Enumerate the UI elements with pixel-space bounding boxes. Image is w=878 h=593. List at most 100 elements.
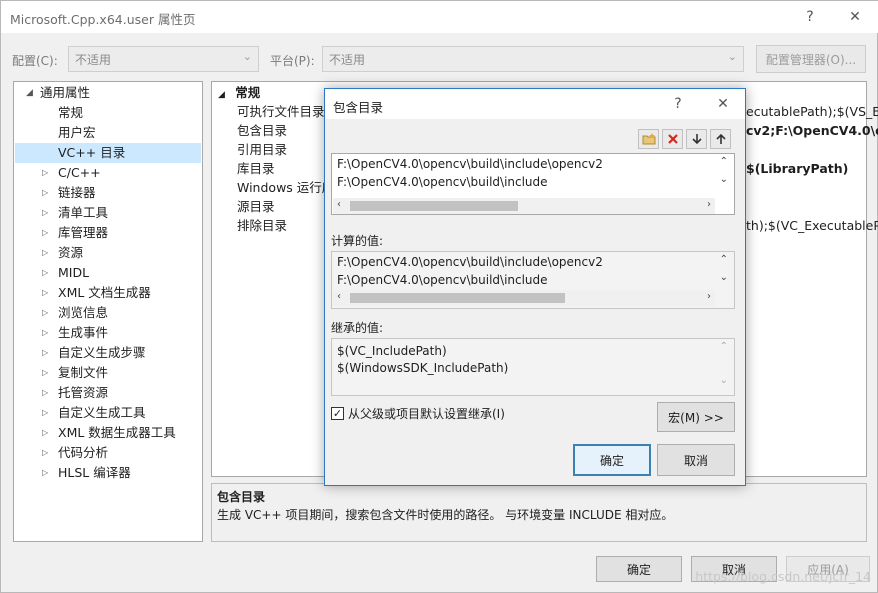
tree-item-label: C/C++	[58, 165, 101, 180]
tree-item[interactable]: ▷ HLSL 编译器	[42, 463, 131, 483]
tree-item[interactable]: ▷ C/C++	[42, 163, 101, 183]
tree-item[interactable]: ▷ 代码分析	[42, 443, 108, 463]
tree-item[interactable]: ▷ MIDL	[42, 263, 90, 283]
macros-button[interactable]: 宏(M) >>	[657, 402, 735, 432]
expand-icon[interactable]: ▷	[42, 283, 48, 303]
checkmark-icon[interactable]: ✓	[331, 407, 344, 420]
config-select[interactable]: 不适用 ⌄	[68, 46, 259, 72]
grid-section[interactable]: ◢ 常规	[218, 83, 260, 102]
config-value: 不适用	[75, 53, 112, 67]
property-name: Windows 运行库	[237, 180, 335, 195]
expand-icon[interactable]: ▷	[42, 363, 48, 383]
scroll-left-icon[interactable]: ‹	[337, 199, 341, 210]
scroll-up-icon[interactable]: ⌃	[720, 254, 728, 265]
inherit-checkbox-label: 从父级或项目默认设置继承(I)	[348, 407, 505, 421]
inherit-checkbox[interactable]: ✓ 从父级或项目默认设置继承(I)	[331, 405, 505, 422]
tree-item[interactable]: ▷ 托管资源	[42, 383, 108, 403]
tree-item-label: 常规	[58, 105, 84, 120]
tree-item[interactable]: 常规	[58, 103, 83, 123]
dialog-cancel-button[interactable]: 取消	[657, 444, 735, 476]
tree-item-label: 清单工具	[58, 205, 109, 220]
expand-icon[interactable]: ▷	[42, 243, 48, 263]
tree-item[interactable]: ▷ 链接器	[42, 183, 96, 203]
tree-item-label: 自定义生成步骤	[58, 345, 146, 360]
property-value[interactable]: th);$(VC_ExecutablePa	[746, 216, 878, 235]
tree-root-label: 通用属性	[40, 85, 91, 100]
scroll-down-icon[interactable]: ⌄	[720, 174, 728, 185]
new-folder-icon[interactable]	[638, 129, 659, 149]
tree-item[interactable]: ▷ XML 数据生成器工具	[42, 423, 176, 443]
move-down-icon[interactable]	[686, 129, 707, 149]
tree-item[interactable]: ▷ 库管理器	[42, 223, 108, 243]
list-item[interactable]: F:\OpenCV4.0\opencv\build\include	[337, 175, 548, 189]
tree-item[interactable]: VC++ 目录	[15, 143, 201, 163]
property-value[interactable]: cv2;F:\OpenCV4.0\o	[746, 121, 878, 140]
property-name: 排除目录	[237, 218, 288, 233]
platform-select[interactable]: 不适用 ⌄	[322, 46, 744, 72]
tree-item[interactable]: ▷ 资源	[42, 243, 84, 263]
scroll-up-icon[interactable]: ⌃	[720, 156, 728, 167]
horizontal-scrollbar[interactable]: ‹ ›	[333, 290, 715, 306]
tree-item[interactable]: ▷ 生成事件	[42, 323, 109, 343]
property-value[interactable]: ecutablePath);$(VS_E	[746, 102, 878, 121]
tree-item[interactable]: 用户宏	[58, 123, 96, 143]
tree-item-label: 链接器	[58, 185, 96, 200]
expand-icon[interactable]: ▷	[42, 423, 48, 443]
config-manager-button[interactable]: 配置管理器(O)...	[756, 45, 866, 73]
expand-icon[interactable]: ▷	[42, 203, 48, 223]
title-bar: Microsoft.Cpp.x64.user 属性页 ? ✕	[1, 1, 878, 33]
list-item[interactable]: F:\OpenCV4.0\opencv\build\include\opencv…	[337, 157, 603, 171]
property-name: 源目录	[237, 199, 275, 214]
expand-icon[interactable]: ▷	[42, 263, 48, 283]
tree-item-label: XML 文档生成器	[58, 285, 151, 300]
tree-item-label: 生成事件	[58, 325, 109, 340]
collapse-icon: ◢	[26, 88, 33, 98]
scroll-right-icon[interactable]: ›	[707, 291, 711, 302]
dialog-ok-button[interactable]: 确定	[573, 444, 651, 476]
tree-item[interactable]: ▷ XML 文档生成器	[42, 283, 151, 303]
expand-icon[interactable]: ▷	[42, 463, 48, 483]
tree-item-label: 复制文件	[58, 365, 109, 380]
scrollbar-thumb[interactable]	[350, 293, 565, 303]
watermark: https://blog.csdn.net/jcfr_14	[695, 569, 871, 584]
expand-icon[interactable]: ▷	[42, 443, 48, 463]
expand-icon[interactable]: ▷	[42, 383, 48, 403]
evaluated-label: 计算的值:	[331, 234, 384, 248]
close-icon[interactable]: ✕	[840, 5, 870, 29]
property-name: 包含目录	[237, 123, 288, 138]
scroll-down-icon[interactable]: ⌄	[720, 272, 728, 283]
expand-icon[interactable]: ▷	[42, 183, 48, 203]
scroll-left-icon[interactable]: ‹	[337, 291, 341, 302]
help-icon[interactable]: ?	[795, 5, 825, 29]
close-icon[interactable]: ✕	[708, 92, 738, 116]
window-title: Microsoft.Cpp.x64.user 属性页	[10, 12, 196, 27]
expand-icon[interactable]: ▷	[42, 403, 48, 423]
tree-item[interactable]: ▷ 清单工具	[42, 203, 109, 223]
tree-item[interactable]: ▷ 自定义生成步骤	[42, 343, 146, 363]
expand-icon[interactable]: ▷	[42, 223, 48, 243]
horizontal-scrollbar[interactable]: ‹ ›	[333, 198, 715, 214]
tree-item[interactable]: ▷ 自定义生成工具	[42, 403, 146, 423]
ok-button[interactable]: 确定	[596, 556, 682, 582]
tree-item[interactable]: ▷ 浏览信息	[42, 303, 108, 323]
tree-root[interactable]: ◢ 通用属性	[26, 83, 91, 103]
expand-icon[interactable]: ▷	[42, 343, 48, 363]
tree-item[interactable]: ▷ 复制文件	[42, 363, 109, 383]
delete-icon[interactable]	[662, 129, 683, 149]
expand-icon[interactable]: ▷	[42, 323, 48, 343]
include-paths-list[interactable]: F:\OpenCV4.0\opencv\build\include\opencv…	[331, 153, 735, 215]
tree-item-label: MIDL	[58, 265, 90, 280]
move-up-icon[interactable]	[710, 129, 731, 149]
scroll-right-icon[interactable]: ›	[707, 199, 711, 210]
chevron-down-icon: ⌄	[242, 50, 252, 63]
expand-icon[interactable]: ▷	[42, 303, 48, 323]
scrollbar-thumb[interactable]	[350, 201, 518, 211]
property-value[interactable]: $(LibraryPath)	[746, 159, 848, 178]
scroll-up-icon: ⌃	[719, 341, 728, 352]
help-icon[interactable]: ?	[663, 92, 693, 116]
tree-item-label: 资源	[58, 245, 84, 260]
expand-icon[interactable]: ▷	[42, 163, 48, 183]
description-text: 生成 VC++ 项目期间，搜索包含文件时使用的路径。 与环境变量 INCLUDE…	[217, 508, 674, 522]
include-directories-dialog: 包含目录 ? ✕ F:\OpenCV4.0\opencv\build\inclu…	[324, 88, 746, 486]
grid-section-label: 常规	[235, 85, 261, 100]
